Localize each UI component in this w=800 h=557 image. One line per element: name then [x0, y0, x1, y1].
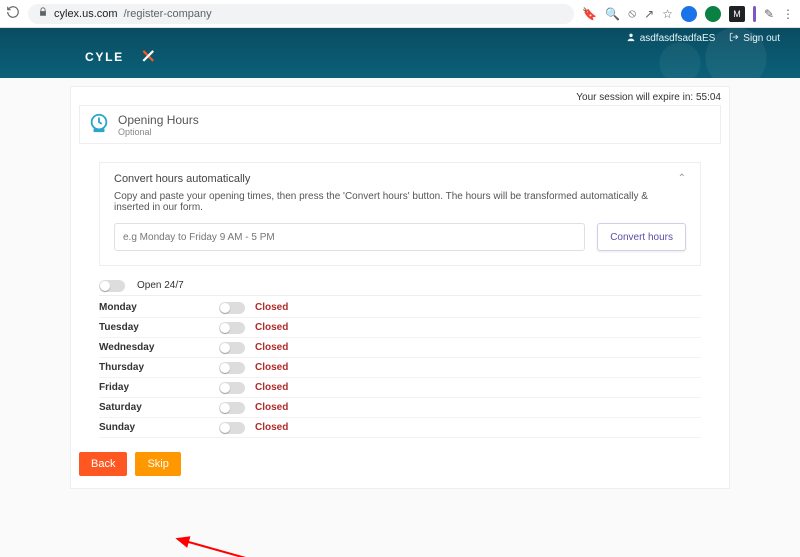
convert-hours-button[interactable]: Convert hours [597, 223, 686, 251]
pen-ext-icon[interactable]: ✎ [764, 7, 774, 21]
day-status: Closed [255, 402, 288, 413]
day-label: Monday [99, 302, 219, 313]
session-time: 55:04 [696, 92, 721, 103]
tag-icon[interactable]: 🔖 [582, 7, 597, 21]
section-header: Opening Hours Optional [79, 105, 721, 144]
open-247-label: Open 24/7 [137, 280, 184, 291]
day-row: Wednesday Closed [99, 338, 701, 358]
extension-blue-icon[interactable] [681, 6, 697, 22]
more-icon[interactable]: ⋮ [782, 7, 794, 21]
block-ext-icon[interactable]: ⦸ [628, 6, 636, 21]
day-status: Closed [255, 382, 288, 393]
day-toggle[interactable] [219, 342, 245, 354]
svg-text:CYLE: CYLE [85, 50, 124, 64]
day-row: Saturday Closed [99, 398, 701, 418]
sign-out-link[interactable]: Sign out [729, 32, 780, 45]
day-status: Closed [255, 362, 288, 373]
section-title: Opening Hours [118, 113, 199, 127]
day-status: Closed [255, 422, 288, 433]
extension-purple-icon[interactable] [753, 6, 756, 22]
open-247-toggle[interactable] [99, 280, 125, 292]
convert-hours-panel: ⌃ Convert hours automatically Copy and p… [99, 162, 701, 266]
url-path: /register-company [124, 8, 212, 20]
day-label: Saturday [99, 402, 219, 413]
day-status: Closed [255, 342, 288, 353]
day-status: Closed [255, 322, 288, 333]
footer-buttons: Back Skip [79, 452, 721, 476]
browser-chrome: cylex.us.com/register-company 🔖 🔍 ⦸ ↗ ☆ … [0, 0, 800, 28]
clock-icon [88, 112, 110, 137]
user-menu[interactable]: asdfasdfsadfaES [626, 32, 716, 45]
day-label: Wednesday [99, 342, 219, 353]
sign-out-label: Sign out [743, 33, 780, 44]
signout-icon [729, 32, 739, 45]
page-body: Your session will expire in: 55:04 Openi… [0, 78, 800, 557]
day-toggle[interactable] [219, 422, 245, 434]
session-label: Your session will expire in: [576, 92, 696, 103]
day-row: Thursday Closed [99, 358, 701, 378]
session-expiry: Your session will expire in: 55:04 [71, 87, 729, 105]
day-row: Monday Closed [99, 298, 701, 318]
day-toggle[interactable] [219, 322, 245, 334]
day-label: Friday [99, 382, 219, 393]
convert-description: Copy and paste your opening times, then … [114, 191, 686, 213]
browser-extensions: 🔖 🔍 ⦸ ↗ ☆ M ✎ ⋮ [582, 6, 794, 22]
content-card: Your session will expire in: 55:04 Openi… [70, 86, 730, 489]
day-label: Sunday [99, 422, 219, 433]
section-subtitle: Optional [118, 127, 199, 137]
convert-hours-input[interactable] [114, 223, 585, 251]
day-row: Sunday Closed [99, 418, 701, 438]
address-bar[interactable]: cylex.us.com/register-company [28, 4, 574, 24]
back-button[interactable]: Back [79, 452, 127, 476]
skip-button[interactable]: Skip [135, 452, 180, 476]
cylex-logo[interactable]: CYLE [85, 48, 195, 69]
reload-icon[interactable] [6, 5, 20, 22]
day-row: Tuesday Closed [99, 318, 701, 338]
convert-title: Convert hours automatically [114, 173, 686, 185]
search-ext-icon[interactable]: 🔍 [605, 7, 620, 21]
day-status: Closed [255, 302, 288, 313]
day-label: Thursday [99, 362, 219, 373]
day-toggle[interactable] [219, 362, 245, 374]
day-toggle[interactable] [219, 302, 245, 314]
open-247-row: Open 24/7 [99, 276, 701, 296]
day-toggle[interactable] [219, 382, 245, 394]
share-ext-icon[interactable]: ↗ [644, 7, 654, 21]
star-icon[interactable]: ☆ [662, 7, 673, 21]
day-label: Tuesday [99, 322, 219, 333]
url-host: cylex.us.com [54, 8, 118, 20]
annotation-arrow [180, 536, 320, 557]
day-row: Friday Closed [99, 378, 701, 398]
username: asdfasdfsadfaES [640, 33, 716, 44]
collapse-caret-icon[interactable]: ⌃ [678, 173, 686, 184]
extension-green-icon[interactable] [705, 6, 721, 22]
site-header: asdfasdfsadfaES Sign out CYLE [0, 28, 800, 78]
extension-m-icon[interactable]: M [729, 6, 745, 22]
lock-icon [38, 7, 48, 20]
user-icon [626, 32, 636, 45]
day-toggle[interactable] [219, 402, 245, 414]
